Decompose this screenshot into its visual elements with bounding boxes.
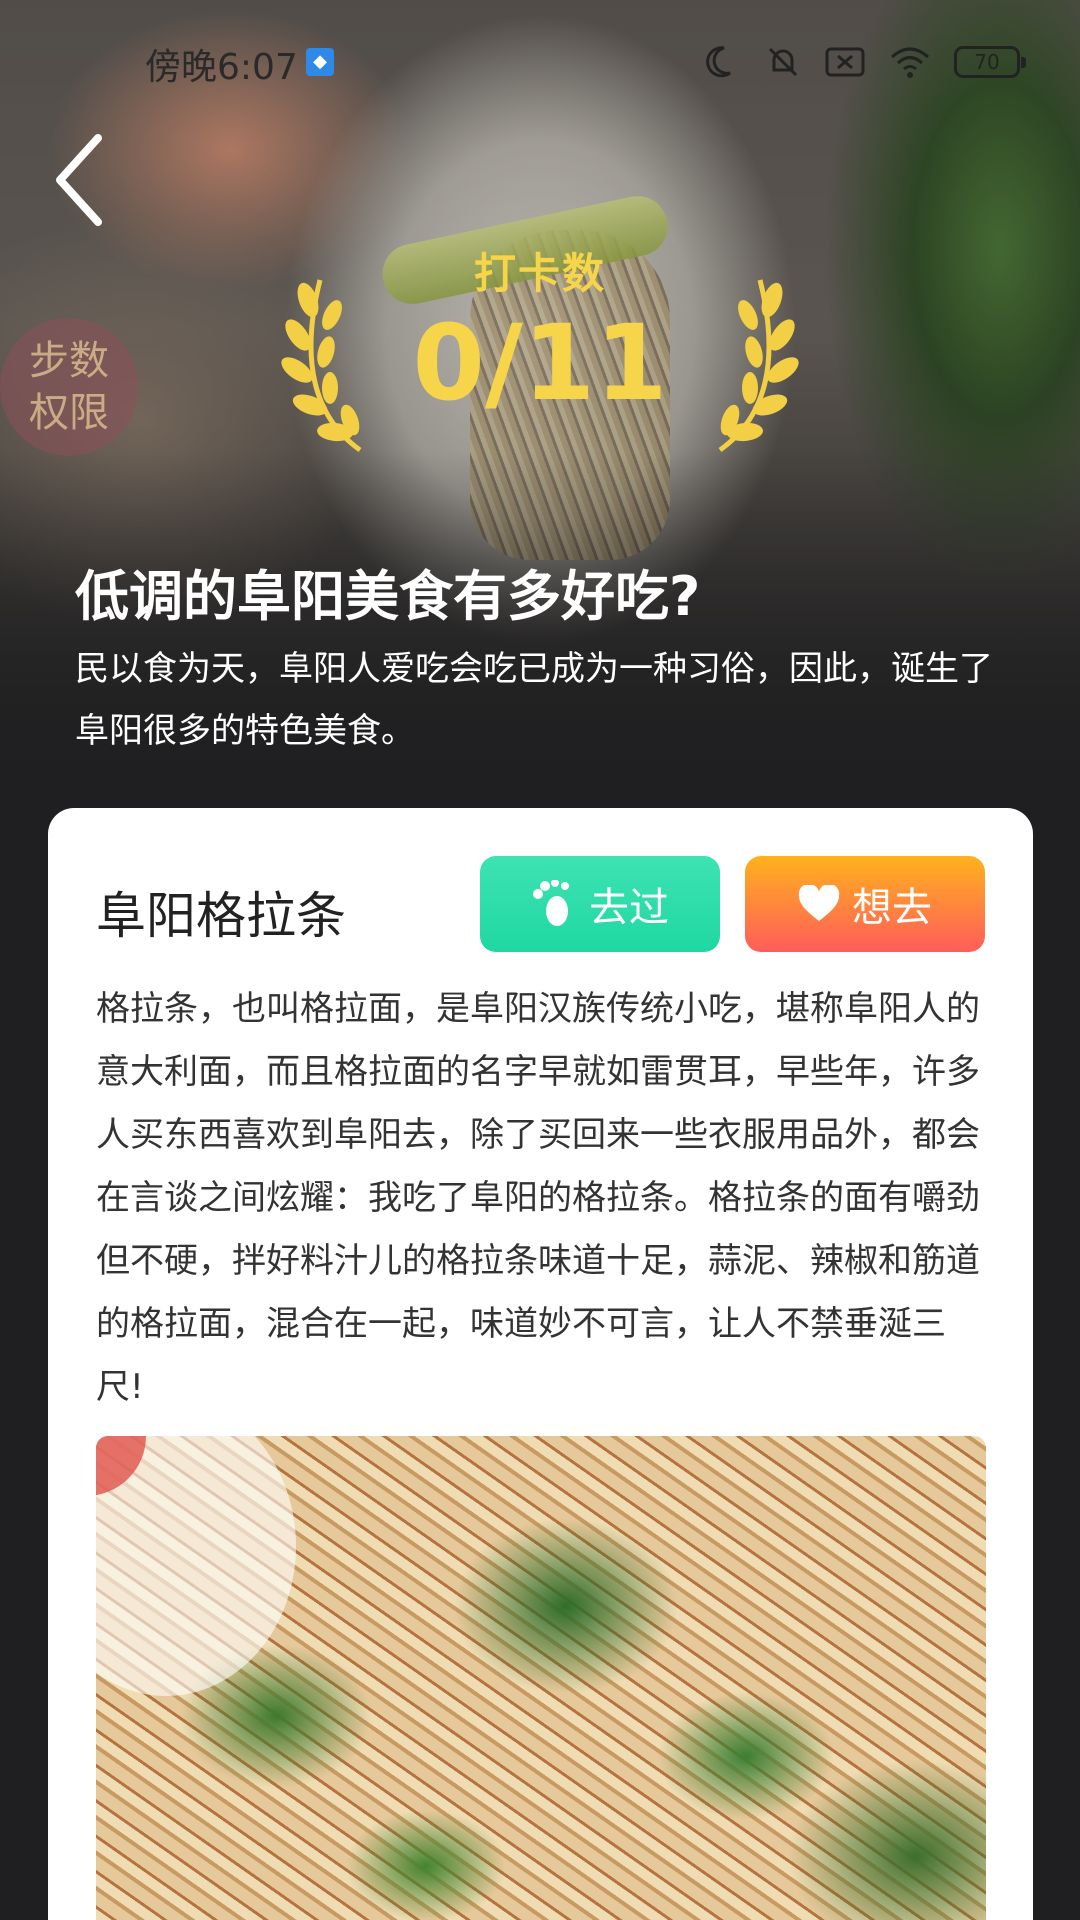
page-title: 低调的阜阳美食有多好吃? <box>75 565 701 628</box>
no-sim-icon <box>825 47 865 77</box>
checkin-counter: 打卡数 0/11 <box>280 240 800 453</box>
food-name: 阜阳格拉条 <box>96 887 346 945</box>
been-button[interactable]: 去过 <box>480 856 720 952</box>
heart-icon <box>798 885 840 921</box>
want-button[interactable]: 想去 <box>745 856 985 952</box>
battery-indicator: 70 <box>954 46 1026 78</box>
notification-icon: ◆ <box>306 48 334 76</box>
food-card: 阜阳格拉条 去过 想去 格拉条，也叫格拉面，是阜阳汉族传统小吃，堪称阜阳人的意大… <box>48 808 1033 1920</box>
food-photo <box>96 1436 986 1920</box>
wifi-icon <box>891 47 929 78</box>
been-button-label: 去过 <box>589 885 669 931</box>
footprint-icon <box>533 880 569 926</box>
checkin-label: 打卡数 <box>473 249 606 298</box>
permission-label-line1: 步数 <box>29 338 109 384</box>
back-button[interactable] <box>40 120 120 240</box>
permission-label-line2: 权限 <box>29 390 109 436</box>
checkin-count: 0/11 <box>412 302 668 424</box>
status-bar: 傍晚6:07 ◆ 70 <box>0 0 1080 120</box>
want-button-label: 想去 <box>852 885 932 931</box>
food-description: 格拉条，也叫格拉面，是阜阳汉族传统小吃，堪称阜阳人的意大利面，而且格拉面的名字早… <box>96 989 980 1407</box>
status-time: 傍晚6:07 <box>145 47 298 88</box>
page-description: 民以食为天，阜阳人爱吃会吃已成为一种习俗，因此，诞生了阜阳很多的特色美食。 <box>75 649 993 751</box>
step-permission-badge[interactable]: 步数 权限 <box>0 318 138 456</box>
moon-icon <box>706 46 731 78</box>
chevron-left-icon <box>56 134 102 226</box>
status-icons: 70 <box>704 40 1026 84</box>
mute-bell-icon <box>768 47 798 77</box>
